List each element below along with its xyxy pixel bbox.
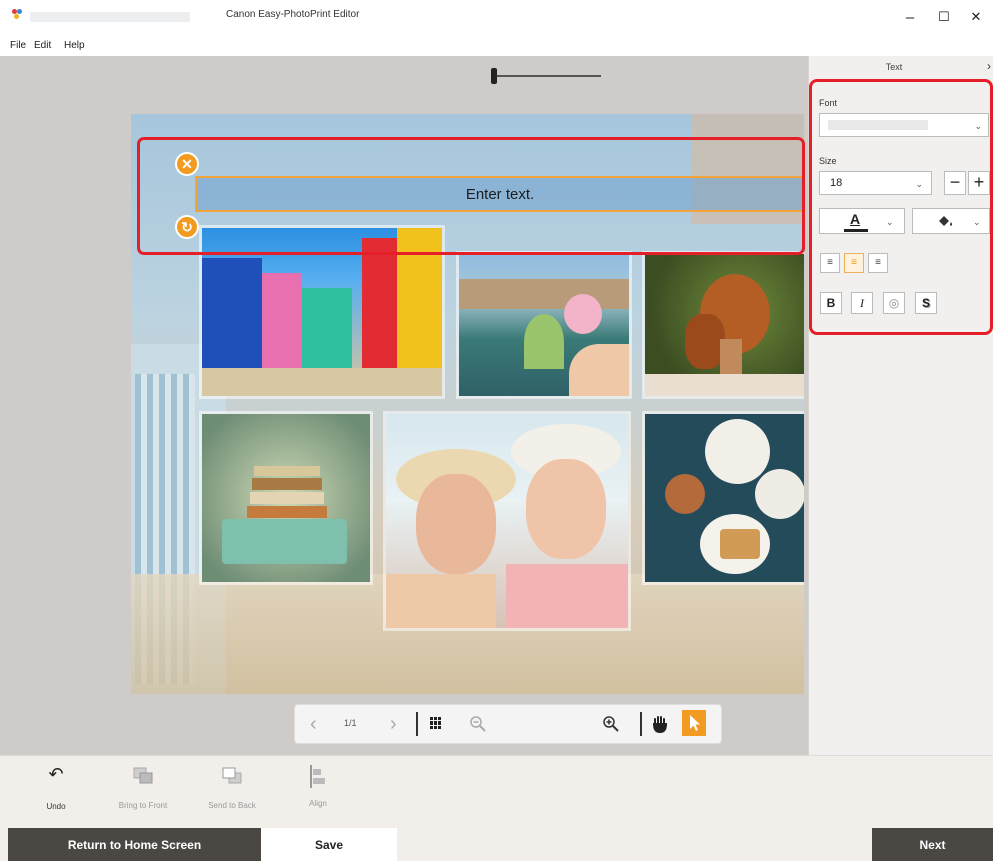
close-button[interactable]: ✕	[959, 4, 993, 30]
highlight-text-panel	[809, 79, 993, 335]
zoom-out-icon[interactable]	[470, 716, 486, 732]
save-button[interactable]: Save	[261, 828, 397, 861]
bring-to-front-button[interactable]: Bring to Front	[98, 764, 188, 810]
send-to-back-label: Send to Back	[208, 801, 256, 810]
panel-title: Text	[885, 62, 903, 72]
align-icon	[310, 765, 325, 789]
bring-to-front-icon	[133, 767, 153, 784]
minimize-button[interactable]: –	[893, 4, 927, 30]
blurred-title-segment	[30, 12, 190, 22]
highlight-text-box	[137, 137, 805, 255]
send-to-back-icon	[222, 767, 242, 784]
photo-squirrel[interactable]	[645, 254, 804, 396]
undo-button[interactable]: ↶ Undo	[11, 764, 101, 811]
photo-food-table[interactable]	[645, 414, 804, 582]
maximize-button[interactable]: ☐	[927, 4, 961, 30]
footer-bar: Return to Home Screen Save Next	[0, 828, 993, 861]
menu-bar: File Edit Help	[0, 38, 993, 56]
editing-canvas[interactable]: Enter text. ✕ ↻ ‹ 1/1 ›	[0, 56, 808, 755]
align-button[interactable]: Align	[273, 764, 363, 808]
zoom-slider-knob[interactable]	[491, 68, 497, 84]
next-page-button[interactable]: ›	[390, 713, 397, 736]
undo-icon: ↶	[48, 764, 64, 784]
undo-label: Undo	[46, 802, 66, 811]
bring-to-front-label: Bring to Front	[118, 801, 168, 810]
next-button[interactable]: Next	[872, 828, 993, 861]
align-label: Align	[309, 799, 327, 808]
pointer-icon	[690, 715, 700, 731]
send-to-back-button[interactable]: Send to Back	[187, 764, 277, 810]
page-indicator: 1/1	[344, 718, 357, 728]
photo-two-friends[interactable]	[386, 414, 628, 628]
zoom-slider-track[interactable]	[496, 75, 601, 77]
photo-canal-ice-cream[interactable]	[459, 254, 629, 396]
return-home-button[interactable]: Return to Home Screen	[8, 828, 261, 861]
prev-page-button[interactable]: ‹	[310, 713, 317, 736]
grid-icon[interactable]	[430, 717, 442, 729]
app-icon	[12, 9, 22, 19]
menu-file[interactable]: File	[10, 40, 26, 51]
menu-help[interactable]: Help	[64, 40, 85, 51]
edit-toolbar: ↶ Undo Bring to Front Send to Back Align	[0, 755, 993, 828]
pointer-tool-button[interactable]	[682, 710, 706, 736]
title-bar: Canon Easy-PhotoPrint Editor – ☐ ✕	[0, 0, 993, 38]
menu-edit[interactable]: Edit	[34, 40, 51, 51]
zoom-in-icon[interactable]	[603, 716, 619, 732]
window-title: Canon Easy-PhotoPrint Editor	[226, 9, 360, 20]
photo-books-suitcase[interactable]	[202, 414, 370, 582]
toolbar-divider	[640, 712, 642, 736]
panel-collapse-button[interactable]: ›	[987, 59, 991, 73]
toolbar-divider	[416, 712, 418, 736]
hand-icon[interactable]	[652, 715, 668, 733]
